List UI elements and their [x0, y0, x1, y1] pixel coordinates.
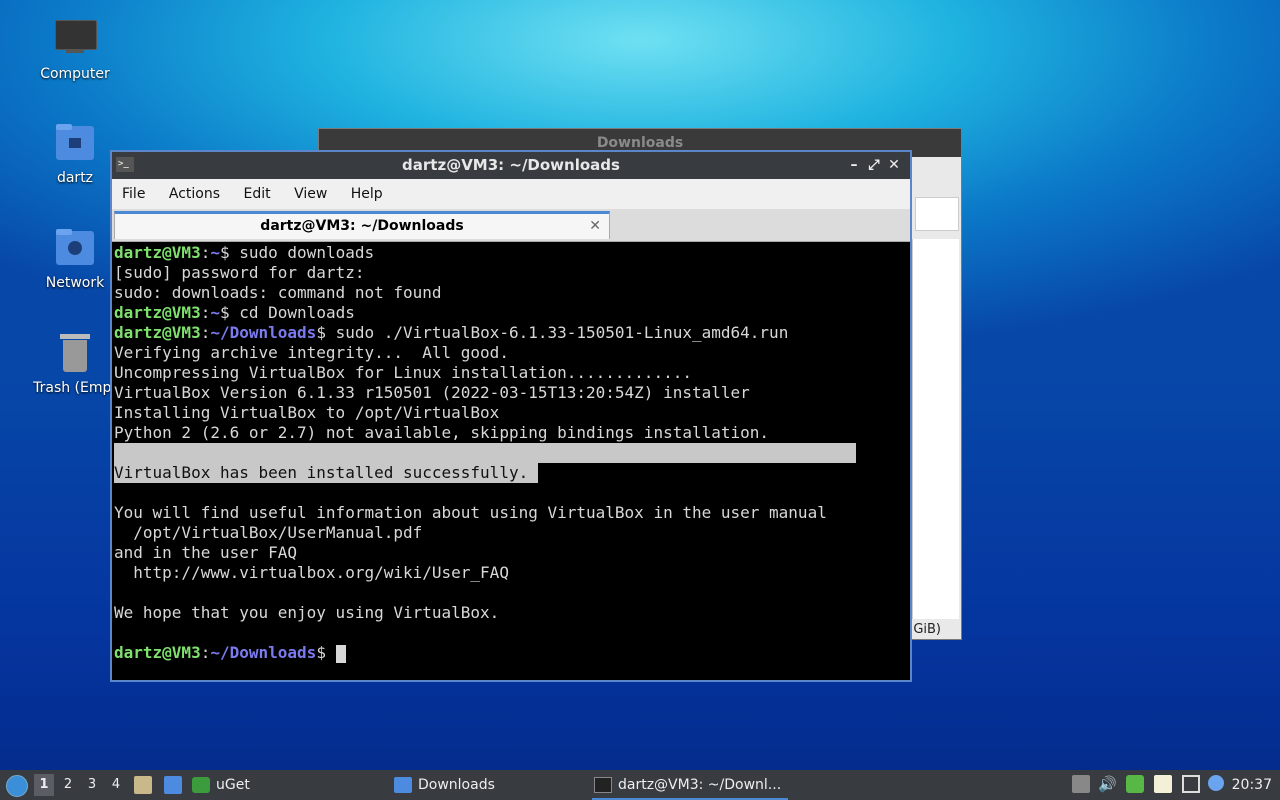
task-uget[interactable]: uGet	[190, 770, 250, 800]
desktop-launcher-icon[interactable]	[164, 776, 182, 794]
terminal-line: You will find useful information about u…	[114, 503, 910, 523]
monitor-icon	[54, 18, 97, 60]
selected-text	[114, 443, 856, 463]
terminal-line	[114, 443, 910, 463]
tab-close-icon[interactable]: ✕	[589, 214, 601, 238]
uget-tray-icon[interactable]	[1126, 775, 1144, 793]
workspace-1[interactable]: 1	[34, 774, 54, 796]
clipboard-icon[interactable]	[1154, 775, 1172, 793]
command-text: cd Downloads	[239, 303, 355, 322]
network-icon[interactable]	[1182, 775, 1200, 793]
terminal-tabbar: dartz@VM3: ~/Downloads ✕	[112, 209, 910, 242]
output-text: You will find useful information about u…	[114, 503, 827, 522]
menu-edit[interactable]: Edit	[243, 186, 270, 202]
file-manager-toolbar-box	[915, 197, 959, 231]
prompt-user: dartz@VM3	[114, 643, 201, 662]
terminal-line: Uncompressing VirtualBox for Linux insta…	[114, 363, 910, 383]
terminal-tab[interactable]: dartz@VM3: ~/Downloads ✕	[114, 211, 610, 239]
output-text: sudo: downloads: command not found	[114, 283, 442, 302]
menu-help[interactable]: Help	[351, 186, 383, 202]
menu-view[interactable]: View	[294, 186, 327, 202]
terminal-line: /opt/VirtualBox/UserManual.pdf	[114, 523, 910, 543]
maximize-button[interactable]: ⤢	[864, 152, 884, 179]
output-text: /opt/VirtualBox/UserManual.pdf	[114, 523, 423, 542]
command-text: sudo ./VirtualBox-6.1.33-150501-Linux_am…	[335, 323, 789, 342]
task-label: uGet	[216, 777, 250, 793]
update-icon[interactable]	[1072, 775, 1090, 793]
folder-icon	[394, 777, 412, 793]
terminal-line: VirtualBox Version 6.1.33 r150501 (2022-…	[114, 383, 910, 403]
terminal-line: dartz@VM3:~$ sudo downloads	[114, 243, 375, 262]
terminal-menubar: File Actions Edit View Help	[112, 179, 910, 209]
output-text: Installing VirtualBox to /opt/VirtualBox	[114, 403, 500, 422]
output-text: Verifying archive integrity... All good.	[114, 343, 509, 362]
terminal-output[interactable]: dartz@VM3:~$ sudo downloads [sudo] passwo…	[114, 243, 910, 680]
output-text: VirtualBox Version 6.1.33 r150501 (2022-…	[114, 383, 750, 402]
workspace-4[interactable]: 4	[106, 774, 126, 796]
prompt-path: ~	[210, 243, 220, 262]
terminal-line: Python 2 (2.6 or 2.7) not available, ski…	[114, 423, 910, 443]
menu-actions[interactable]: Actions	[169, 186, 220, 202]
terminal-window[interactable]: >_ dartz@VM3: ~/Downloads – ⤢ ✕ File Actio…	[110, 150, 912, 682]
terminal-line: sudo: downloads: command not found	[114, 283, 910, 303]
workspace-3[interactable]: 3	[82, 774, 102, 796]
terminal-line: http://www.virtualbox.org/wiki/User_FAQ	[114, 563, 910, 583]
notification-icon[interactable]	[1208, 775, 1224, 791]
close-button[interactable]: ✕	[884, 152, 904, 179]
minimize-button[interactable]: –	[844, 152, 864, 179]
terminal-title: dartz@VM3: ~/Downloads	[402, 156, 620, 174]
desktop-icon-computer[interactable]: Computer	[25, 18, 125, 82]
terminal-titlebar[interactable]: >_ dartz@VM3: ~/Downloads – ⤢ ✕	[112, 152, 910, 179]
volume-icon[interactable]: 🔊	[1098, 775, 1117, 793]
output-text: Python 2 (2.6 or 2.7) not available, ski…	[114, 423, 770, 442]
command-text: sudo downloads	[239, 243, 375, 262]
workspace-2[interactable]: 2	[58, 774, 78, 796]
trash-icon	[54, 332, 96, 374]
prompt-path: ~	[210, 303, 220, 322]
text-cursor	[335, 644, 346, 663]
prompt-user: dartz@VM3	[114, 323, 201, 342]
desktop-icon-label: Computer	[40, 66, 110, 82]
menu-file[interactable]: File	[122, 186, 145, 202]
task-label: dartz@VM3: ~/Downl...	[618, 777, 782, 793]
terminal-line: We hope that you enjoy using VirtualBox.	[114, 603, 910, 623]
taskbar: 1 2 3 4 uGet Downloads dartz@VM3: ~/Down…	[0, 770, 1280, 800]
terminal-line: dartz@VM3:~$ cd Downloads	[114, 303, 355, 322]
clock[interactable]: 20:37	[1232, 770, 1272, 800]
task-downloads[interactable]: Downloads	[392, 770, 495, 800]
output-text: Uncompressing VirtualBox for Linux insta…	[114, 363, 692, 382]
terminal-icon: >_	[116, 157, 134, 172]
prompt-path: ~/Downloads	[210, 643, 317, 662]
terminal-line: [sudo] password for dartz:	[114, 263, 910, 283]
prompt-user: dartz@VM3	[114, 243, 201, 262]
terminal-line: dartz@VM3:~/Downloads$	[114, 643, 910, 663]
task-terminal[interactable]: dartz@VM3: ~/Downl...	[592, 770, 788, 800]
output-text: We hope that you enjoy using VirtualBox.	[114, 603, 500, 622]
terminal-line: VirtualBox has been installed successful…	[114, 463, 910, 483]
uget-icon	[192, 777, 210, 793]
output-text: and in the user FAQ	[114, 543, 298, 562]
terminal-line: Verifying archive integrity... All good.	[114, 343, 910, 363]
output-text: [sudo] password for dartz:	[114, 263, 365, 282]
prompt-path: ~/Downloads	[210, 323, 317, 342]
terminal-line: and in the user FAQ	[114, 543, 910, 563]
home-folder-icon	[54, 122, 96, 164]
network-folder-icon	[54, 227, 96, 269]
file-manager-launcher-icon[interactable]	[134, 776, 152, 794]
file-manager-status-text: GiB)	[913, 622, 941, 637]
prompt-user: dartz@VM3	[114, 303, 201, 322]
tab-title: dartz@VM3: ~/Downloads	[260, 218, 464, 234]
task-label: Downloads	[418, 777, 495, 793]
output-text: http://www.virtualbox.org/wiki/User_FAQ	[114, 563, 509, 582]
terminal-line: Installing VirtualBox to /opt/VirtualBox	[114, 403, 910, 423]
file-manager-panel	[912, 239, 959, 619]
selected-text: VirtualBox has been installed successful…	[114, 463, 538, 483]
terminal-line: dartz@VM3:~/Downloads$ sudo ./VirtualBox…	[114, 323, 789, 342]
terminal-icon	[594, 777, 612, 793]
